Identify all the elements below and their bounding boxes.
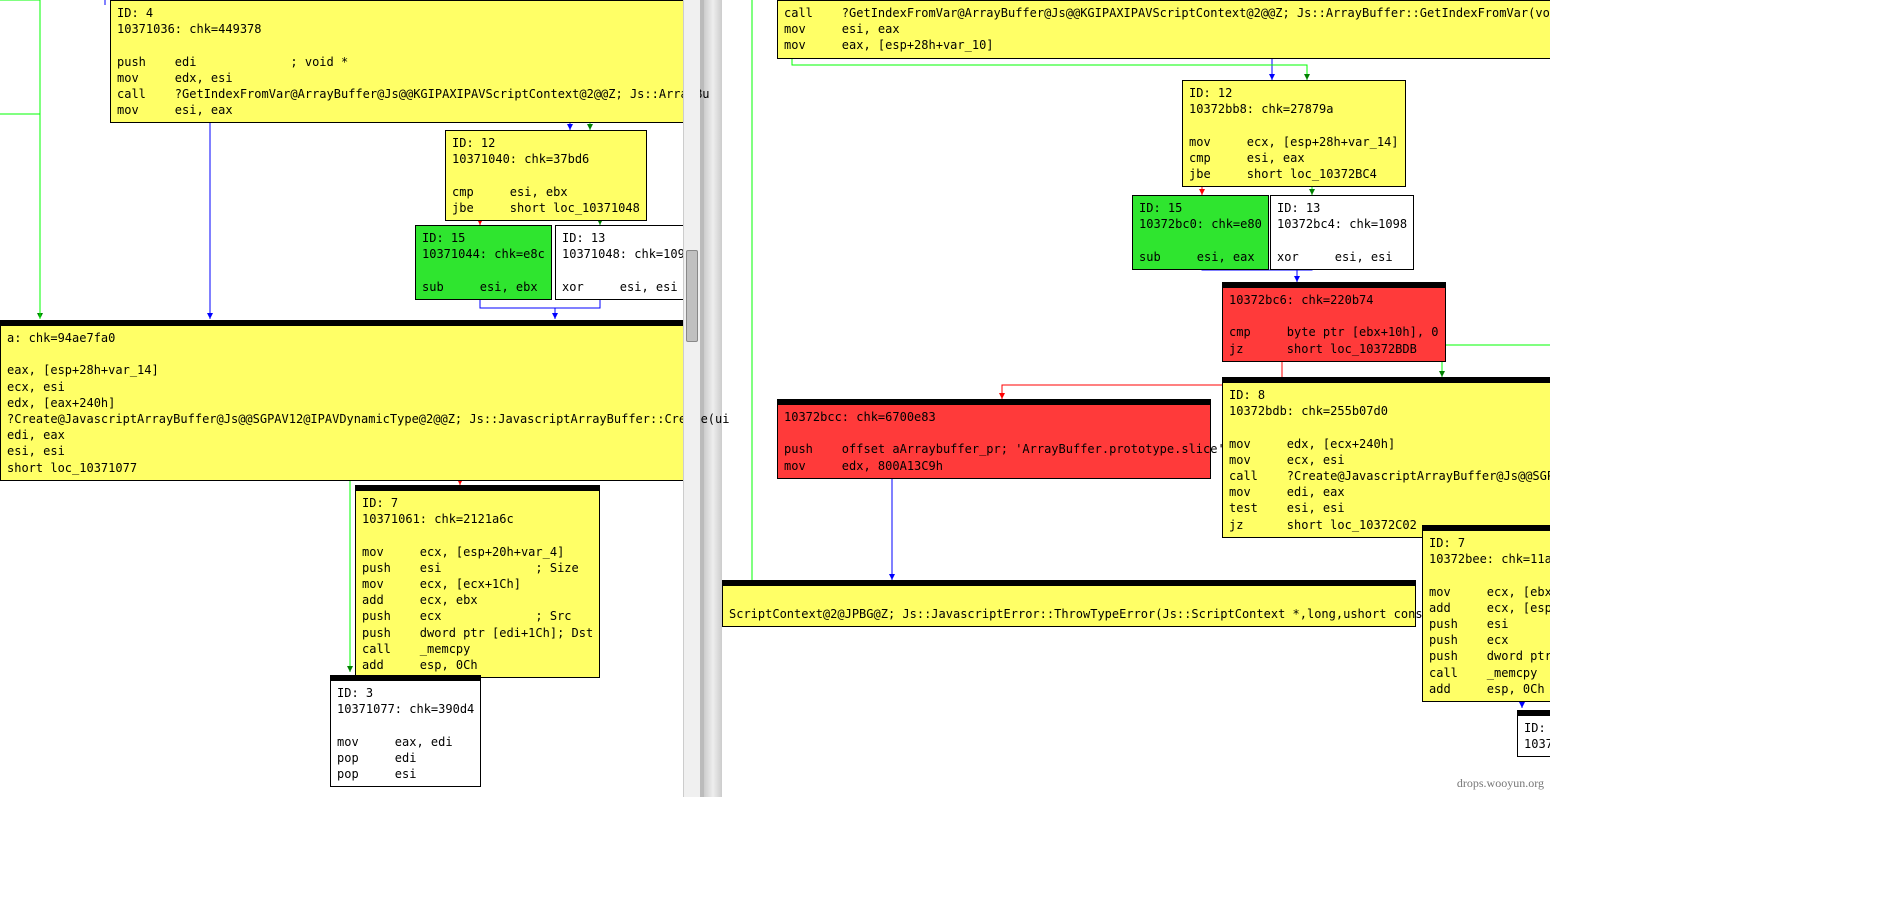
splitter[interactable] <box>704 0 722 797</box>
block-12-left[interactable]: ID: 12 10371040: chk=37bd6 cmp esi, ebx … <box>445 130 647 221</box>
block-3-right[interactable]: ID: 3 10372 <box>1517 710 1550 757</box>
block-12-right[interactable]: ID: 12 10372bb8: chk=27879a mov ecx, [es… <box>1182 80 1406 187</box>
left-scrollbar[interactable] <box>683 0 700 797</box>
split-view: ID: 4 10371036: chk=449378 push edi ; vo… <box>0 0 1550 797</box>
block-15-left[interactable]: ID: 15 10371044: chk=e8c sub esi, ebx <box>415 225 552 300</box>
block-8-right[interactable]: ID: 8 10372bdb: chk=255b07d0 mov edx, [e… <box>1222 377 1550 538</box>
left-pane[interactable]: ID: 4 10371036: chk=449378 push edi ; vo… <box>0 0 704 797</box>
block-7-right[interactable]: ID: 7 10372bee: chk=11a425 mov ecx, [ebx… <box>1422 525 1550 702</box>
watermark: drops.wooyun.org <box>1457 776 1544 791</box>
block-redcmp[interactable]: 10372bc6: chk=220b74 cmp byte ptr [ebx+1… <box>1222 282 1446 362</box>
block-4[interactable]: ID: 4 10371036: chk=449378 push edi ; vo… <box>110 0 694 123</box>
block-13-right[interactable]: ID: 13 10372bc4: chk=1098 xor esi, esi <box>1270 195 1414 270</box>
scrollbar-thumb[interactable] <box>686 250 698 342</box>
block-call-right[interactable]: call ?GetIndexFromVar@ArrayBuffer@Js@@KG… <box>777 0 1550 59</box>
right-pane[interactable]: call ?GetIndexFromVar@ArrayBuffer@Js@@KG… <box>722 0 1550 797</box>
block-throw[interactable]: ScriptContext@2@JPBG@Z; Js::JavascriptEr… <box>722 580 1416 627</box>
block-15-right[interactable]: ID: 15 10372bc0: chk=e80 sub esi, eax <box>1132 195 1269 270</box>
block-13-left[interactable]: ID: 13 10371048: chk=1098 xor esi, esi <box>555 225 699 300</box>
block-redpush[interactable]: 10372bcc: chk=6700e83 push offset aArray… <box>777 399 1211 479</box>
block-3-left[interactable]: ID: 3 10371077: chk=390d4 mov eax, edi p… <box>330 675 481 787</box>
block-a-left[interactable]: a: chk=94ae7fa0 eax, [esp+28h+var_14] ec… <box>0 320 694 481</box>
block-7-left[interactable]: ID: 7 10371061: chk=2121a6c mov ecx, [es… <box>355 485 600 678</box>
